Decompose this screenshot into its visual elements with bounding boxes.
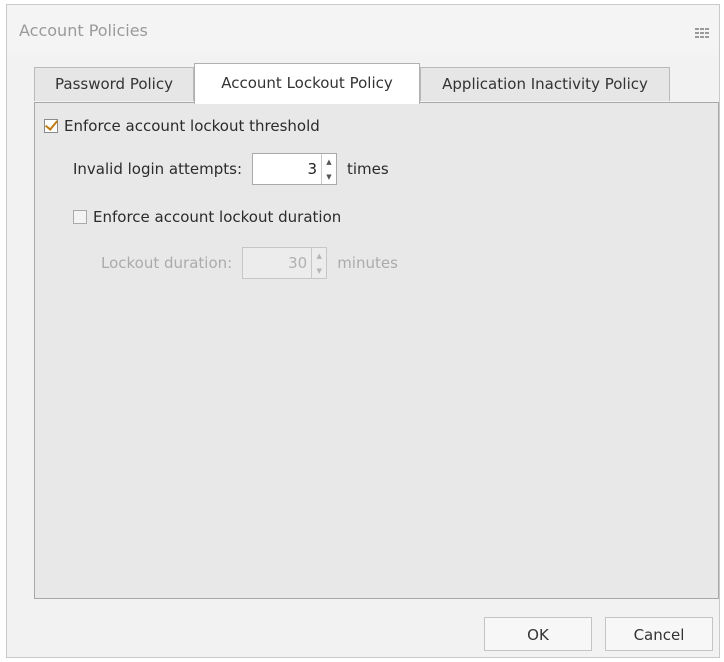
invalid-attempts-spinner: ▲ ▼ — [252, 153, 337, 185]
decrement-arrow-icon[interactable]: ▼ — [312, 263, 326, 278]
increment-arrow-icon[interactable]: ▲ — [322, 154, 336, 169]
lockout-policy-panel: Enforce account lockout threshold Invali… — [34, 102, 719, 599]
lockout-duration-input[interactable] — [243, 248, 312, 278]
enforce-duration-checkbox[interactable] — [73, 210, 87, 224]
lockout-duration-spinner: ▲ ▼ — [242, 247, 328, 279]
invalid-attempts-unit: times — [347, 160, 389, 178]
dialog-title: Account Policies — [19, 21, 148, 40]
title-bar: Account Policies — [7, 5, 719, 55]
tab-label: Application Inactivity Policy — [442, 75, 648, 93]
spinner-buttons: ▲ ▼ — [321, 154, 336, 184]
tab-application-inactivity-policy[interactable]: Application Inactivity Policy — [420, 67, 670, 101]
enforce-threshold-checkbox[interactable] — [44, 119, 58, 133]
invalid-attempts-label: Invalid login attempts: — [73, 160, 242, 178]
enforce-duration-label: Enforce account lockout duration — [93, 208, 342, 226]
invalid-attempts-row: Invalid login attempts: ▲ ▼ times — [73, 153, 389, 185]
lockout-duration-label: Lockout duration: — [101, 254, 233, 272]
account-policies-dialog: Account Policies Password Policy Account… — [6, 4, 720, 658]
spinner-buttons: ▲ ▼ — [311, 248, 326, 278]
enforce-threshold-label: Enforce account lockout threshold — [64, 117, 320, 135]
lockout-duration-row: Lockout duration: ▲ ▼ minutes — [101, 247, 398, 279]
lockout-duration-unit: minutes — [337, 254, 398, 272]
decrement-arrow-icon[interactable]: ▼ — [322, 169, 336, 184]
tab-label: Password Policy — [55, 75, 173, 93]
enforce-threshold-row: Enforce account lockout threshold — [44, 117, 320, 135]
tab-label: Account Lockout Policy — [221, 74, 393, 92]
grip-icon[interactable] — [695, 24, 709, 39]
tab-account-lockout-policy[interactable]: Account Lockout Policy — [194, 63, 420, 104]
ok-button[interactable]: OK — [484, 617, 592, 651]
tab-password-policy[interactable]: Password Policy — [34, 67, 194, 101]
invalid-attempts-input[interactable] — [253, 154, 321, 184]
increment-arrow-icon[interactable]: ▲ — [312, 248, 326, 263]
cancel-button[interactable]: Cancel — [605, 617, 713, 651]
enforce-duration-row: Enforce account lockout duration — [73, 208, 341, 226]
